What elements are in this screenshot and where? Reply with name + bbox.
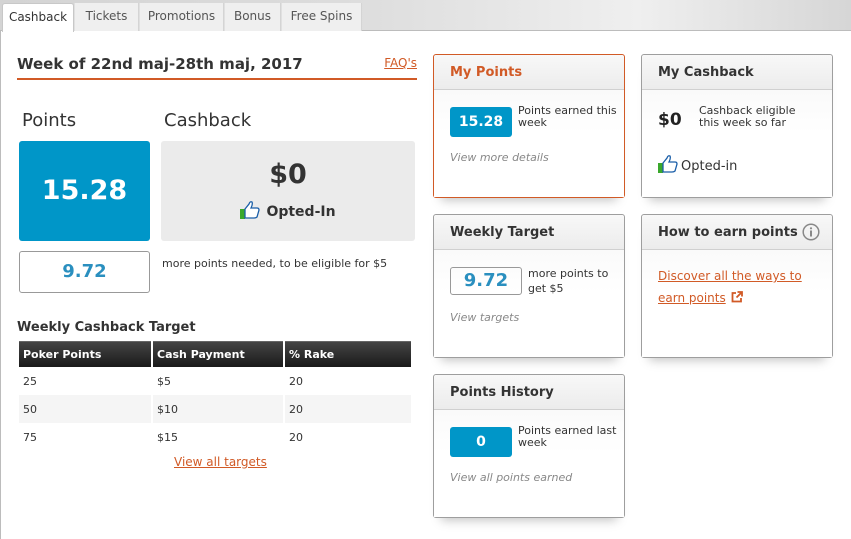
faq-link[interactable]: FAQ's	[384, 56, 417, 70]
opted-in-status: Opted-In	[161, 201, 415, 220]
card-header: My Points	[434, 55, 624, 90]
points-label: Points	[22, 110, 77, 131]
table-cell: $10	[153, 395, 283, 423]
points-this-week-value: 15.28	[450, 107, 512, 137]
view-more-details-link[interactable]: View more details	[450, 151, 549, 164]
tab-bonus[interactable]: Bonus	[224, 3, 281, 31]
cashback-this-week-value: $0	[658, 110, 682, 130]
card-header: How to earn points	[642, 215, 832, 250]
thumbs-up-icon	[658, 155, 678, 173]
points-needed-text: more points needed, to be eligible for $…	[162, 257, 388, 270]
tab-promotions[interactable]: Promotions	[139, 3, 224, 31]
points-last-week-value: 0	[450, 427, 512, 457]
cashback-amount: $0	[269, 159, 307, 190]
target-points-value: 9.72	[450, 267, 522, 295]
card-body: 15.28 Points earned this week View more …	[434, 90, 624, 197]
table-cell: 20	[289, 374, 303, 388]
table-cell: 20	[289, 430, 303, 444]
card-body: 9.72 more points to get $5 View targets	[434, 250, 624, 357]
column-header: Poker Points	[19, 341, 151, 367]
card-header: Points History	[434, 375, 624, 410]
cashback-label: Cashback	[164, 110, 252, 131]
card-header: My Cashback	[642, 55, 832, 90]
thumbs-up-icon	[240, 201, 261, 219]
external-link-icon	[731, 291, 743, 303]
card-body: 0 Points earned last week View all point…	[434, 410, 624, 517]
target-points-text: more points to get $5	[528, 267, 609, 295]
table-cell: 75	[23, 430, 37, 444]
view-targets-link[interactable]: View targets	[450, 311, 519, 324]
table-row: 75 $15 20	[19, 423, 411, 451]
table-cell: $5	[157, 374, 171, 388]
card-title: My Cashback	[658, 65, 754, 80]
card-body: $0 Cashback eligible this week so far Op…	[642, 90, 832, 197]
info-icon[interactable]	[802, 223, 820, 241]
table-cell: $15	[157, 430, 178, 444]
week-title: Week of 22nd maj-28th maj, 2017	[17, 55, 303, 73]
targets-table: Poker Points Cash Payment % Rake 25 $5 2…	[17, 341, 413, 451]
opted-in-status: Opted-in	[658, 155, 737, 174]
card-body: Discover all the ways to earn points	[642, 250, 832, 357]
points-last-week-text: Points earned last week	[518, 424, 617, 449]
view-all-targets-link[interactable]: View all targets	[174, 455, 267, 469]
tab-bar: Cashback Tickets Promotions Bonus Free S…	[0, 0, 851, 32]
panel-border	[0, 31, 1, 539]
table-row: 25 $5 20	[19, 367, 411, 395]
cashback-value-box: $0 Opted-In	[161, 141, 415, 241]
targets-title: Weekly Cashback Target	[17, 320, 196, 335]
discover-ways-link[interactable]: Discover all the ways to earn points	[658, 265, 818, 309]
table-cell: 50	[19, 395, 151, 423]
opted-in-label: Opted-In	[266, 204, 336, 220]
view-all-points-link[interactable]: View all points earned	[450, 471, 572, 484]
weekly-target-card: Weekly Target 9.72 more points to get $5…	[433, 214, 625, 358]
table-cell: 25	[23, 374, 37, 388]
week-header: Week of 22nd maj-28th maj, 2017 FAQ's	[17, 54, 417, 80]
tab-tickets[interactable]: Tickets	[74, 3, 139, 31]
points-value-box: 15.28	[19, 141, 150, 241]
card-title: My Points	[450, 65, 523, 80]
how-to-earn-card: How to earn points Discover all the ways…	[641, 214, 833, 358]
tab-cashback[interactable]: Cashback	[2, 3, 74, 32]
card-header: Weekly Target	[434, 215, 624, 250]
column-header: % Rake	[285, 341, 411, 367]
card-title: How to earn points	[658, 225, 798, 240]
cashback-this-week-text: Cashback eligible this week so far	[699, 104, 796, 129]
points-needed-box: 9.72	[19, 251, 150, 293]
my-points-card: My Points 15.28 Points earned this week …	[433, 54, 625, 198]
my-cashback-card: My Cashback $0 Cashback eligible this we…	[641, 54, 833, 198]
points-this-week-text: Points earned this week	[518, 104, 617, 129]
column-header: Cash Payment	[153, 341, 283, 367]
opted-in-label: Opted-in	[681, 159, 738, 174]
card-title: Weekly Target	[450, 225, 555, 240]
table-cell: 20	[285, 395, 411, 423]
tab-free-spins[interactable]: Free Spins	[281, 3, 362, 31]
table-row: 50 $10 20	[19, 395, 411, 423]
card-title: Points History	[450, 385, 554, 400]
points-history-card: Points History 0 Points earned last week…	[433, 374, 625, 518]
